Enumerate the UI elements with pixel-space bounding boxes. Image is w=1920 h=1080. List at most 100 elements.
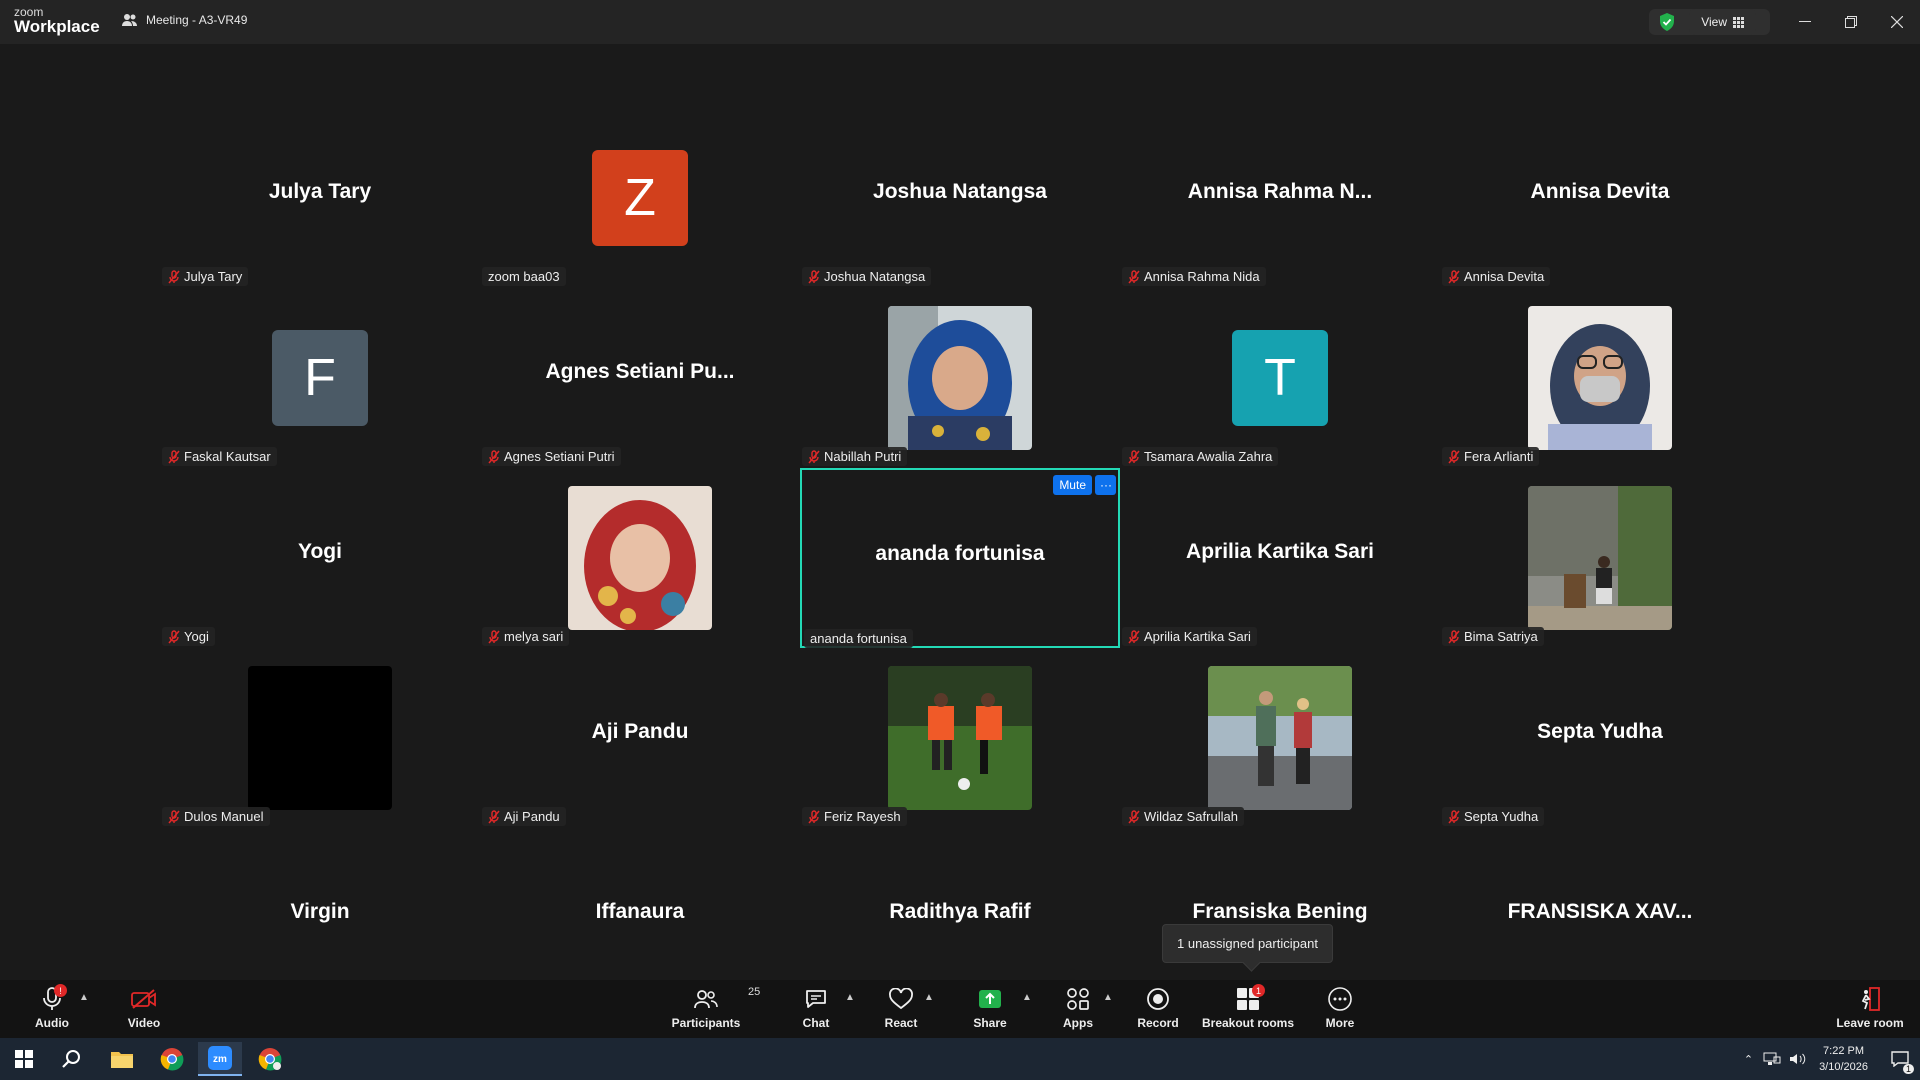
camera-off-icon bbox=[131, 989, 156, 1009]
meeting-title[interactable]: Meeting - A3-VR49 bbox=[122, 13, 247, 27]
folder-icon bbox=[111, 1052, 133, 1068]
participant-tile[interactable]: F Faskal Kautsar bbox=[160, 288, 480, 468]
participant-tile[interactable]: Fera Arlianti bbox=[1440, 288, 1760, 468]
zoom-taskbar-button[interactable]: zm bbox=[198, 1042, 242, 1076]
participant-tile[interactable]: melya sari bbox=[480, 468, 800, 648]
breakout-rooms-button[interactable]: 1 Breakout rooms bbox=[1198, 984, 1298, 1030]
participant-tile[interactable]: Feriz Rayesh bbox=[800, 648, 1120, 828]
file-explorer-button[interactable] bbox=[100, 1042, 144, 1076]
mic-muted-icon bbox=[488, 449, 500, 464]
participant-name-label: Septa Yudha bbox=[1442, 807, 1545, 826]
participant-tile[interactable]: Joshua Natangsa Joshua Natangsa bbox=[800, 108, 1120, 288]
breakout-badge: 1 bbox=[1252, 984, 1265, 997]
participant-tile[interactable]: Dulos Manuel bbox=[160, 648, 480, 828]
search-button[interactable] bbox=[50, 1042, 94, 1076]
react-options-chevron-icon[interactable]: ▲ bbox=[924, 992, 934, 1003]
participant-name-text: Joshua Natangsa bbox=[824, 269, 926, 284]
participant-tile[interactable]: Aprilia Kartika Sari Aprilia Kartika Sari bbox=[1120, 468, 1440, 648]
mic-muted-icon bbox=[1448, 629, 1460, 644]
participant-tile[interactable]: Agnes Setiani Pu... Agnes Setiani Putri bbox=[480, 288, 800, 468]
mic-muted-icon bbox=[168, 449, 180, 464]
more-icon bbox=[1328, 987, 1352, 1011]
mic-muted-icon bbox=[808, 809, 820, 824]
participant-name-label: melya sari bbox=[482, 627, 570, 646]
share-options-chevron-icon[interactable]: ▲ bbox=[1022, 992, 1032, 1003]
participant-tile[interactable]: Septa Yudha Septa Yudha bbox=[1440, 648, 1760, 828]
participant-display-name: ananda fortunisa bbox=[875, 542, 1045, 565]
search-icon bbox=[62, 1050, 80, 1068]
chat-button[interactable]: Chat bbox=[776, 984, 856, 1030]
more-button[interactable]: More bbox=[1300, 984, 1380, 1030]
audio-button[interactable]: ! Audio bbox=[12, 984, 92, 1030]
participant-tile[interactable]: T Tsamara Awalia Zahra bbox=[1120, 288, 1440, 468]
shield-check-icon[interactable] bbox=[1657, 12, 1677, 32]
title-bar: zoom Workplace Meeting - A3-VR49 View bbox=[0, 0, 1920, 44]
clock-date: 3/10/2026 bbox=[1819, 1061, 1868, 1073]
participant-name-text: Dulos Manuel bbox=[184, 809, 264, 824]
volume-icon[interactable] bbox=[1789, 1052, 1807, 1066]
participant-display-name: Julya Tary bbox=[268, 180, 372, 203]
network-icon[interactable] bbox=[1763, 1052, 1781, 1066]
apps-button[interactable]: Apps bbox=[1038, 984, 1118, 1030]
audio-options-chevron-icon[interactable]: ▲ bbox=[79, 992, 89, 1003]
apps-label: Apps bbox=[1063, 1016, 1093, 1030]
grid-icon bbox=[1733, 16, 1744, 28]
mic-muted-icon bbox=[808, 269, 820, 284]
view-button[interactable]: View bbox=[1689, 9, 1756, 35]
leave-room-button[interactable]: Leave room bbox=[1830, 984, 1910, 1030]
participant-tile[interactable]: ananda fortunisa Mute ··· ananda fortunisa bbox=[800, 468, 1120, 648]
participant-more-button[interactable]: ··· bbox=[1095, 475, 1116, 495]
share-button[interactable]: Share bbox=[950, 984, 1030, 1030]
chrome-button[interactable] bbox=[150, 1042, 194, 1076]
chrome-window-button[interactable] bbox=[248, 1042, 292, 1076]
participant-tile[interactable]: Zzoom baa03 bbox=[480, 108, 800, 288]
mic-muted-icon bbox=[488, 809, 500, 824]
tray-chevron-icon[interactable]: ⌃ bbox=[1744, 1053, 1753, 1066]
participant-name-text: Nabillah Putri bbox=[824, 449, 902, 464]
close-icon bbox=[1891, 16, 1903, 28]
gallery-view: Julya Tary Julya Tary Zzoom baa03 Joshua Na… bbox=[0, 44, 1920, 1006]
participant-name-label: Tsamara Awalia Zahra bbox=[1122, 447, 1279, 466]
meeting-toolbar: ! Audio ▲ Video 25 Participants Chat ▲ R… bbox=[0, 980, 1920, 1038]
mic-muted-icon bbox=[808, 449, 820, 464]
mute-participant-button[interactable]: Mute bbox=[1053, 475, 1092, 495]
participants-label: Participants bbox=[671, 1016, 741, 1030]
chrome-profile-icon bbox=[258, 1048, 282, 1071]
participant-tile[interactable]: Yogi Yogi bbox=[160, 468, 480, 648]
minimize-button[interactable] bbox=[1782, 0, 1828, 44]
start-button[interactable] bbox=[2, 1042, 46, 1076]
apps-options-chevron-icon[interactable]: ▲ bbox=[1103, 992, 1113, 1003]
participant-name-label: Bima Satriya bbox=[1442, 627, 1544, 646]
participant-name-text: Bima Satriya bbox=[1464, 629, 1538, 644]
participant-tile[interactable]: Aji Pandu Aji Pandu bbox=[480, 648, 800, 828]
close-button[interactable] bbox=[1874, 0, 1920, 44]
clock[interactable]: 7:22 PM 3/10/2026 bbox=[1819, 1043, 1868, 1075]
mic-muted-icon bbox=[488, 629, 500, 644]
video-button[interactable]: Video bbox=[104, 984, 184, 1030]
participant-name-text: zoom baa03 bbox=[488, 269, 560, 284]
mic-muted-icon bbox=[168, 809, 180, 824]
participant-tile[interactable]: Julya Tary Julya Tary bbox=[160, 108, 480, 288]
participants-button[interactable]: 25 Participants bbox=[666, 984, 761, 1030]
more-label: More bbox=[1325, 1016, 1355, 1030]
record-button[interactable]: Record bbox=[1118, 984, 1198, 1030]
react-button[interactable]: React bbox=[861, 984, 941, 1030]
participant-name-label: ananda fortunisa bbox=[804, 629, 913, 648]
participant-name-label: Faskal Kautsar bbox=[162, 447, 277, 466]
participant-display-name: Iffanaura bbox=[595, 900, 685, 923]
system-tray: ⌃ 7:22 PM 3/10/2026 1 bbox=[1744, 1038, 1920, 1080]
participant-name-text: ananda fortunisa bbox=[810, 631, 907, 646]
participant-display-name: Joshua Natangsa bbox=[873, 180, 1047, 203]
mic-muted-icon bbox=[168, 269, 180, 284]
zoom-logo: zoom Workplace bbox=[14, 6, 100, 35]
participant-tile[interactable]: Annisa Devita Annisa Devita bbox=[1440, 108, 1760, 288]
participant-tile[interactable]: Nabillah Putri bbox=[800, 288, 1120, 468]
notifications-button[interactable]: 1 bbox=[1880, 1038, 1920, 1080]
restore-button[interactable] bbox=[1828, 0, 1874, 44]
participant-name-label: zoom baa03 bbox=[482, 267, 566, 286]
participant-photo bbox=[1528, 486, 1672, 630]
participant-tile[interactable]: Wildaz Safrullah bbox=[1120, 648, 1440, 828]
chat-options-chevron-icon[interactable]: ▲ bbox=[845, 992, 855, 1003]
participant-tile[interactable]: Annisa Rahma N... Annisa Rahma Nida bbox=[1120, 108, 1440, 288]
participant-tile[interactable]: Bima Satriya bbox=[1440, 468, 1760, 648]
